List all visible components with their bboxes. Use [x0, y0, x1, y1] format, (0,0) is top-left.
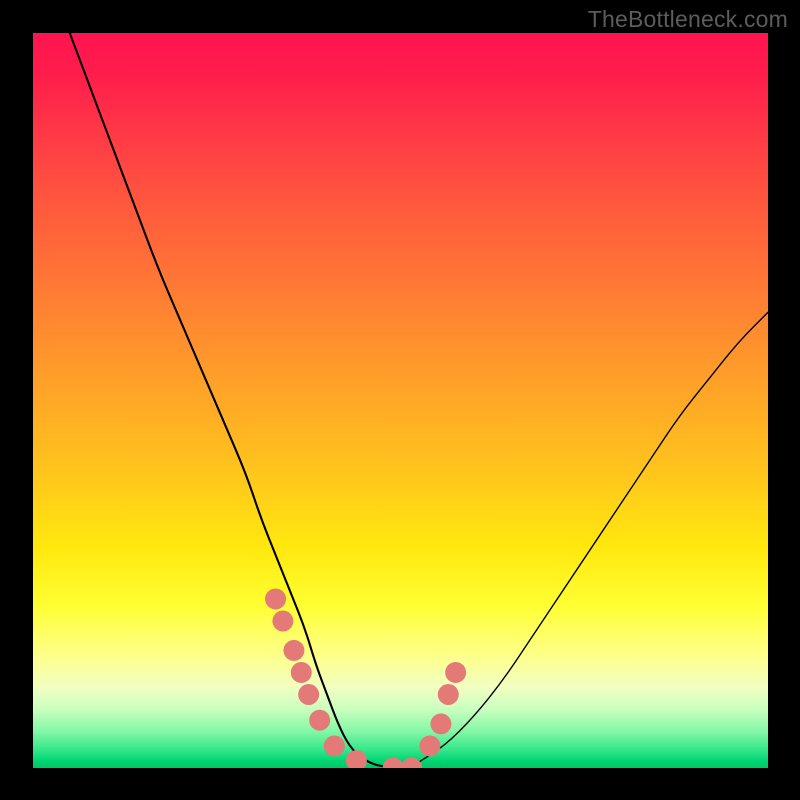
highlight-dot [430, 713, 451, 734]
watermark-text: TheBottleneck.com [588, 6, 788, 33]
highlight-dot [265, 588, 286, 609]
highlight-dot [383, 758, 404, 769]
highlight-dot [346, 750, 367, 768]
highlight-dot [445, 662, 466, 683]
highlight-dot [438, 684, 459, 705]
bottleneck-curve [70, 33, 415, 767]
highlight-dot [401, 758, 422, 769]
highlight-dots [265, 588, 466, 768]
bottleneck-curve-right [415, 312, 768, 764]
chart-stage: TheBottleneck.com [0, 0, 800, 800]
curve-layer [33, 33, 768, 768]
plot-area [33, 33, 768, 768]
highlight-dot [272, 611, 293, 632]
highlight-dot [283, 640, 304, 661]
highlight-dot [309, 710, 330, 731]
highlight-dot [291, 662, 312, 683]
highlight-dot [324, 735, 345, 756]
highlight-dot [298, 684, 319, 705]
highlight-dot [419, 735, 440, 756]
